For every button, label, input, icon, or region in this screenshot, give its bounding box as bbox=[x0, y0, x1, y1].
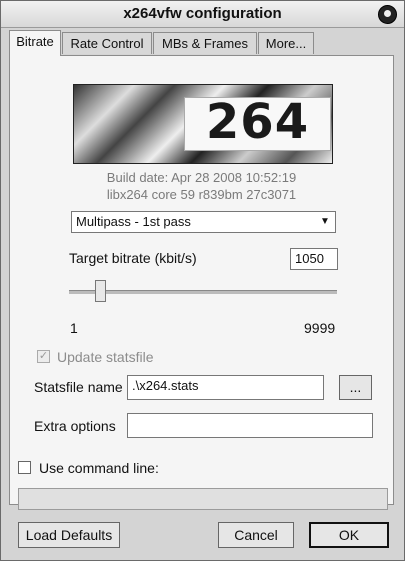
load-defaults-button[interactable]: Load Defaults bbox=[18, 522, 120, 548]
bitrate-slider-track[interactable] bbox=[69, 290, 337, 294]
logo-text: 264 bbox=[205, 94, 310, 150]
statsfile-name-label: Statsfile name bbox=[34, 379, 123, 395]
target-bitrate-label: Target bitrate (kbit/s) bbox=[69, 250, 197, 266]
update-statsfile-label: Update statsfile bbox=[57, 349, 154, 365]
command-line-input[interactable] bbox=[18, 488, 388, 510]
bitrate-slider-thumb[interactable] bbox=[95, 280, 106, 302]
tab-bitrate[interactable]: Bitrate bbox=[9, 30, 61, 56]
bitrate-panel: 264 Build date: Apr 28 2008 10:52:19 lib… bbox=[9, 55, 394, 505]
title-bar[interactable]: x264vfw configuration bbox=[1, 1, 404, 28]
statsfile-name-input[interactable]: .\x264.stats bbox=[127, 375, 324, 400]
pass-mode-select[interactable]: Multipass - 1st pass ▼ bbox=[71, 211, 336, 233]
config-window: x264vfw configuration Bitrate Rate Contr… bbox=[0, 0, 405, 561]
cancel-button[interactable]: Cancel bbox=[218, 522, 294, 548]
extra-options-label: Extra options bbox=[34, 418, 116, 434]
tab-more[interactable]: More... bbox=[258, 32, 314, 54]
close-icon[interactable] bbox=[378, 5, 397, 24]
slider-min-label: 1 bbox=[70, 320, 78, 336]
build-date: Build date: Apr 28 2008 10:52:19 bbox=[106, 170, 297, 185]
update-statsfile-checkbox[interactable]: ✓ bbox=[37, 350, 50, 363]
build-core: libx264 core 59 r839bm 27c3071 bbox=[106, 187, 297, 202]
window-title: x264vfw configuration bbox=[123, 5, 282, 22]
slider-max-label: 9999 bbox=[304, 320, 336, 336]
tab-mbs-frames[interactable]: MBs & Frames bbox=[153, 32, 257, 54]
tab-rate-control[interactable]: Rate Control bbox=[62, 32, 152, 54]
browse-statsfile-button[interactable]: ... bbox=[339, 375, 372, 400]
chevron-down-icon[interactable]: ▼ bbox=[317, 214, 333, 230]
target-bitrate-input[interactable]: 1050 bbox=[290, 248, 338, 270]
use-command-line-label: Use command line: bbox=[39, 460, 159, 476]
extra-options-input[interactable] bbox=[127, 413, 373, 438]
pass-mode-value: Multipass - 1st pass bbox=[76, 214, 191, 229]
use-command-line-checkbox[interactable] bbox=[18, 461, 31, 474]
ok-button[interactable]: OK bbox=[309, 522, 389, 548]
x264-logo: 264 bbox=[73, 84, 333, 164]
